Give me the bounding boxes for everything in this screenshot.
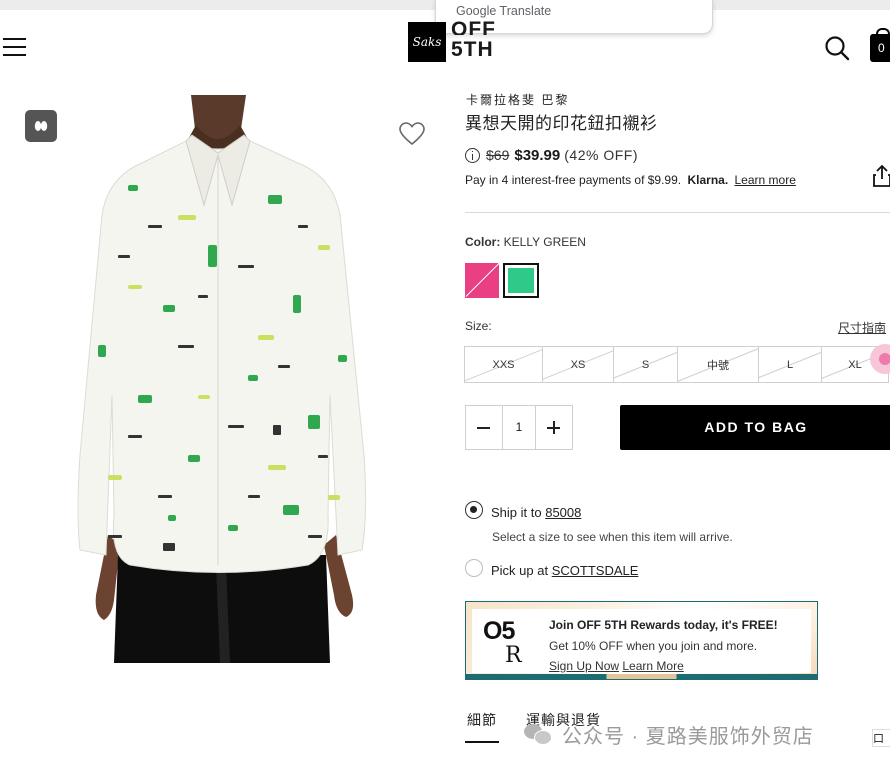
rewards-title: Join OFF 5TH Rewards today, it's FREE! [549,618,778,632]
side-widget-fragment[interactable]: 口 [872,729,890,747]
rewards-logo-o5: O5 [483,617,515,645]
color-value: KELLY GREEN [503,235,586,249]
ship-option[interactable]: Ship it to 85008 [491,505,581,520]
size-option-xs[interactable]: XS [542,346,614,383]
watermark-text: 公众号 · 夏路美服饰外贸店 [562,725,814,748]
rewards-links: Sign Up Now Learn More [549,659,684,673]
saks-logo-mark: Saks [408,22,446,62]
size-option-l[interactable]: L [758,346,822,383]
size-label: Size: [465,319,492,333]
quantity-increase-button[interactable] [536,406,572,449]
size-option-m[interactable]: 中號 [677,346,759,383]
pickup-option[interactable]: Pick up at SCOTTSDALE [491,563,638,578]
rewards-sign-up-link[interactable]: Sign Up Now [549,659,619,673]
rewards-learn-more-link[interactable]: Learn More [622,659,683,673]
quantity-decrease-button[interactable] [466,406,502,449]
color-label-key: Color: [465,235,501,249]
size-option-label: XS [570,358,586,371]
info-icon[interactable] [465,147,480,163]
size-option-label: XL [848,358,862,371]
color-swatch-green-selected[interactable] [503,263,539,298]
quantity-value[interactable]: 1 [502,406,536,449]
wechat-watermark: 公众号 · 夏路美服饰外贸店 [524,719,814,749]
original-price: $69 [486,147,510,163]
size-option-label: L [786,358,794,371]
logo-fifth-text: 5TH [451,38,494,61]
discount-text: (42% OFF) [564,147,638,163]
color-label: Color: KELLY GREEN [465,235,586,249]
product-image[interactable] [68,95,376,663]
ship-zip-link[interactable]: 85008 [545,505,581,520]
active-tab-underline [465,741,499,743]
klarna-learn-more-link[interactable]: Learn more [735,173,796,187]
pickup-store-link[interactable]: SCOTTSDALE [552,563,639,578]
size-option-s[interactable]: S [613,346,678,383]
ship-radio[interactable] [465,501,483,519]
price-row: $69 $39.99 (42% OFF) [465,146,638,164]
size-option-xxs[interactable]: XXS [464,346,543,383]
sale-price: $39.99 [514,146,561,164]
rewards-logo-r: R [505,643,522,668]
heart-icon[interactable] [398,121,426,147]
search-icon[interactable] [824,35,850,61]
ship-note: Select a size to see when this item will… [492,530,733,544]
size-option-label: S [641,358,650,371]
rewards-banner: O5 R Join OFF 5TH Rewards today, it's FR… [465,601,818,680]
pickup-prefix: Pick up at [491,563,549,578]
sparkle-icon [34,121,48,131]
klarna-brand: Klarna. [687,173,729,187]
shopping-bag-icon[interactable]: 0 [870,28,890,62]
klarna-row: Pay in 4 interest-free payments of $9.99… [465,173,796,187]
size-option-label: XXS [492,358,515,371]
product-title: 異想天開的印花鈕扣襯衫 [465,114,658,133]
size-guide-link[interactable]: 尺寸指南 [838,319,886,336]
klarna-text: Pay in 4 interest-free payments of $9.99… [465,173,682,187]
rewards-logo: O5 R [483,617,527,669]
pickup-radio[interactable] [465,559,483,577]
product-brand[interactable]: 卡爾拉格斐 巴黎 [466,91,569,108]
share-icon[interactable] [872,164,890,188]
size-option-label: 中號 [707,359,729,372]
swatch-green-fill [508,268,534,293]
ship-prefix: Ship it to [491,505,542,520]
rewards-strip [466,674,817,679]
tab-details[interactable]: 細節 [467,710,497,730]
color-swatch-pink[interactable] [465,263,499,298]
wechat-icon [524,722,554,746]
logo-off-text: OFF [451,18,496,35]
quantity-stepper: 1 [465,405,573,450]
add-to-bag-button[interactable]: ADD TO BAG [620,405,890,450]
size-options: XXS XS S 中號 L XL [464,346,889,383]
rewards-subtitle: Get 10% OFF when you join and more. [549,639,758,653]
section-divider [465,212,890,213]
menu-icon[interactable] [3,38,26,56]
site-logo[interactable]: Saks OFF 5TH [408,18,498,64]
zoom-badge-icon[interactable] [25,110,57,142]
bag-count: 0 [878,41,885,55]
